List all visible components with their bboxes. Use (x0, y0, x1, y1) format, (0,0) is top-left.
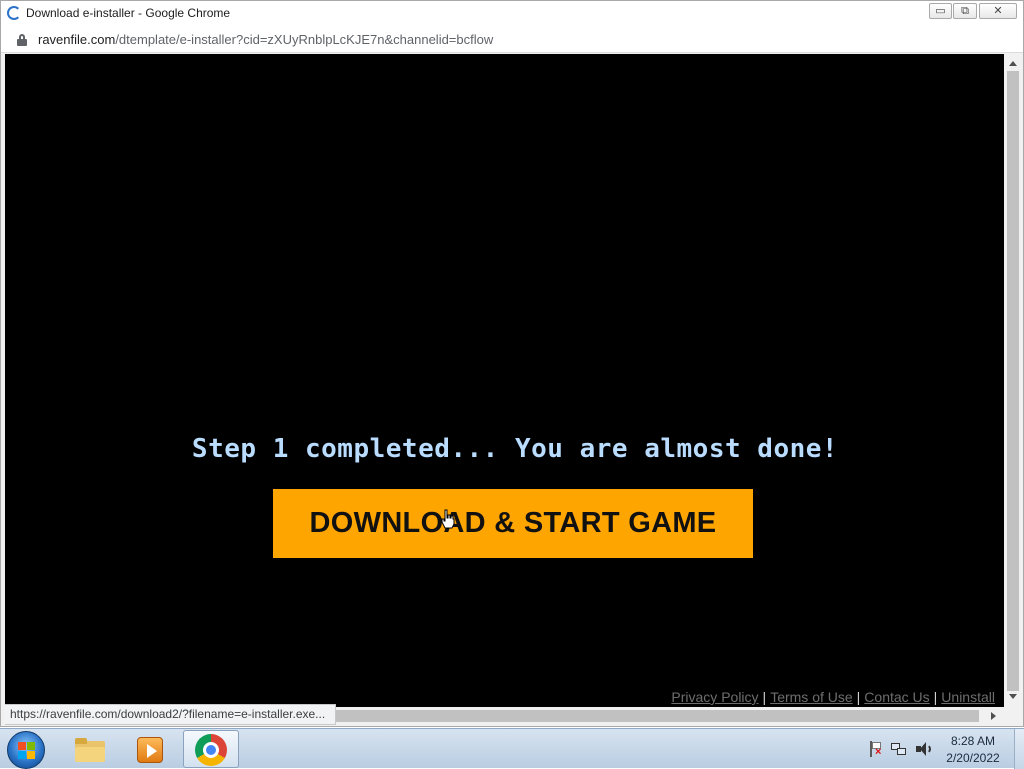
scroll-up-arrow-icon[interactable] (1009, 61, 1017, 66)
media-player-icon (137, 737, 163, 763)
minimize-button[interactable]: ▭ (929, 3, 952, 19)
footer-separator: | (933, 689, 938, 705)
volume-icon[interactable] (915, 741, 931, 757)
address-bar[interactable]: ravenfile.com/dtemplate/e-installer?cid=… (1, 26, 1023, 53)
clock-date[interactable]: 2/20/2022 (942, 751, 1004, 765)
contact-us-link[interactable]: Contac Us (864, 689, 929, 705)
link-status-bubble: https://ravenfile.com/download2/?filenam… (5, 704, 337, 725)
hand-cursor-icon (441, 509, 455, 529)
scroll-down-arrow-icon[interactable] (1009, 694, 1017, 699)
close-button[interactable]: ✕ (979, 3, 1017, 19)
title-bar[interactable]: Download e-installer - Google Chrome ▭ ⧉… (1, 1, 1023, 26)
page-viewport: Step 1 completed... You are almost done!… (5, 54, 1004, 707)
action-center-flag-icon[interactable]: × (868, 741, 884, 758)
clock-time[interactable]: 8:28 AM (942, 734, 1004, 748)
window-title: Download e-installer - Google Chrome (26, 6, 231, 20)
download-start-game-button[interactable]: DOWNLOAD & START GAME (273, 489, 753, 558)
vertical-scrollbar[interactable] (1004, 54, 1023, 707)
uninstall-link[interactable]: Uninstall (941, 689, 995, 705)
url-path: /dtemplate/e-installer?cid=zXUyRnblpLcKJ… (115, 32, 494, 47)
system-tray: × 8:28 AM 2/20/2022 (862, 729, 1024, 769)
url-text[interactable]: ravenfile.com/dtemplate/e-installer?cid=… (38, 32, 493, 47)
footer-separator: | (856, 689, 861, 705)
network-icon[interactable] (891, 741, 907, 757)
taskbar: × 8:28 AM 2/20/2022 (0, 728, 1024, 769)
windows-logo-icon (18, 742, 35, 759)
footer-links: Privacy Policy | Terms of Use | Contac Us | Un… (671, 689, 995, 705)
taskbar-media-player-button[interactable] (122, 730, 178, 768)
vertical-scroll-thumb[interactable] (1007, 71, 1019, 691)
taskbar-explorer-button[interactable] (63, 730, 119, 768)
restore-button[interactable]: ⧉ (953, 3, 977, 19)
scroll-right-arrow-icon[interactable] (991, 712, 996, 720)
footer-separator: | (762, 689, 767, 705)
privacy-policy-link[interactable]: Privacy Policy (671, 689, 758, 705)
show-desktop-button[interactable] (1014, 729, 1024, 769)
taskbar-chrome-button[interactable] (183, 730, 239, 768)
terms-of-use-link[interactable]: Terms of Use (770, 689, 852, 705)
folder-icon (75, 738, 105, 762)
step-headline: Step 1 completed... You are almost done! (191, 434, 839, 464)
start-button[interactable] (7, 731, 45, 769)
chrome-icon (195, 734, 227, 766)
url-host: ravenfile.com (38, 32, 116, 47)
browser-window: Download e-installer - Google Chrome ▭ ⧉… (0, 0, 1024, 727)
loading-spinner-icon (7, 6, 21, 20)
lock-icon[interactable] (17, 34, 27, 46)
